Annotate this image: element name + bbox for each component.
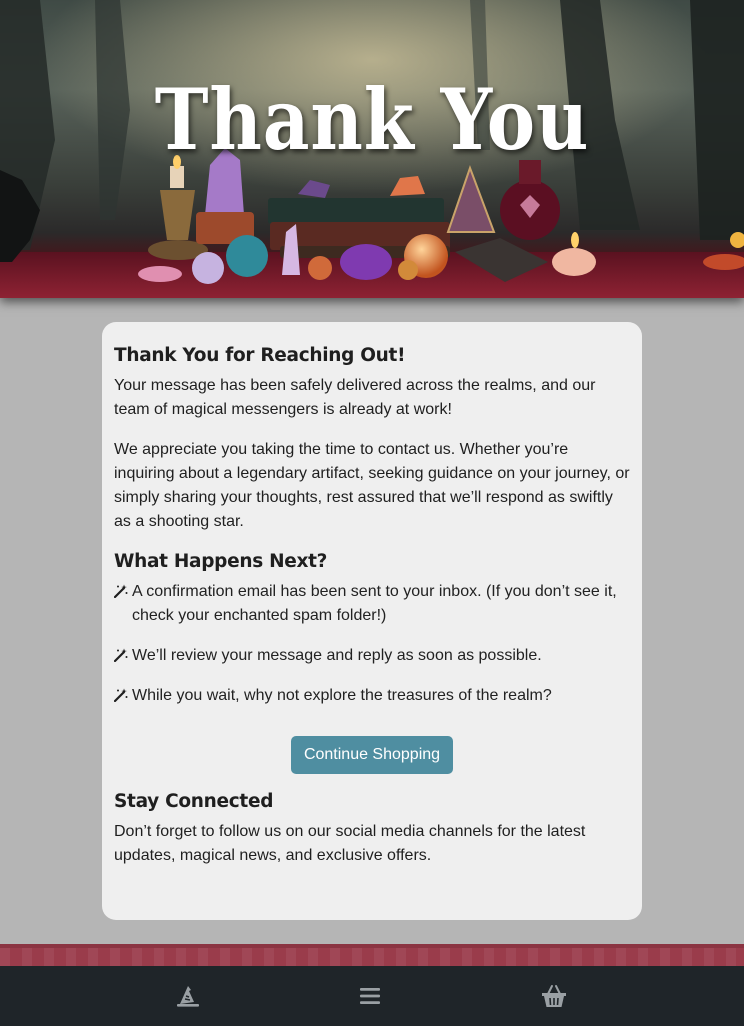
- menu-icon: [360, 988, 380, 1004]
- magic-wand-icon: [114, 648, 128, 662]
- step-text: We’ll review your message and reply as s…: [132, 647, 542, 664]
- list-item: We’ll review your message and reply as s…: [114, 644, 630, 668]
- hero-banner: Thank You: [0, 0, 744, 298]
- continue-shopping-button[interactable]: Continue Shopping: [290, 736, 454, 774]
- thank-you-card: Thank You for Reaching Out! Your message…: [102, 322, 642, 920]
- heading-thanks: Thank You for Reaching Out!: [114, 345, 406, 366]
- step-text: While you wait, why not explore the trea…: [132, 687, 552, 704]
- basket-icon: [542, 985, 566, 1007]
- footer-pattern-strip: [0, 944, 744, 966]
- magic-wand-icon: [114, 584, 128, 598]
- nav-cart-button[interactable]: [538, 980, 570, 1012]
- intro-text: Your message has been safely delivered a…: [114, 377, 596, 418]
- heading-stay-connected: Stay Connected: [114, 791, 274, 812]
- nav-home-button[interactable]: [172, 980, 204, 1012]
- heading-next-steps: What Happens Next?: [114, 551, 328, 572]
- wizard-hat-icon: [177, 986, 199, 1007]
- appreciation-text: We appreciate you taking the time to con…: [114, 441, 630, 530]
- stay-connected-text: Don’t forget to follow us on our social …: [114, 823, 586, 864]
- list-item: A confirmation email has been sent to yo…: [114, 580, 630, 628]
- button-row: Continue Shopping: [114, 736, 630, 774]
- bottom-nav: [0, 966, 744, 1026]
- hero-title: Thank You: [154, 70, 590, 169]
- list-item: While you wait, why not explore the trea…: [114, 684, 630, 708]
- magic-wand-icon: [114, 688, 128, 702]
- step-text: A confirmation email has been sent to yo…: [132, 583, 617, 624]
- nav-menu-button[interactable]: [354, 980, 386, 1012]
